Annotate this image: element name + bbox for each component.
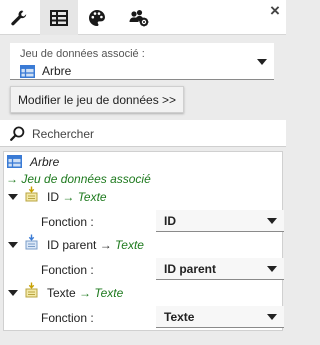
chevron-down-icon (267, 266, 277, 272)
field-key-icon (25, 186, 38, 202)
arrow: → (79, 286, 92, 300)
modify-dataset-button[interactable]: Modifier le jeu de données >> (10, 86, 184, 113)
function-label: Fonction : (41, 311, 94, 325)
expand-caret-icon[interactable] (8, 290, 18, 296)
type-label: Texte (77, 190, 107, 204)
field-name: Texte (47, 286, 76, 300)
arrow: → (99, 238, 112, 252)
arrow: → (62, 190, 75, 204)
table-icon (7, 155, 22, 168)
dataset-value: Arbre (42, 64, 72, 78)
chevron-down-icon (267, 218, 277, 224)
function-select[interactable]: ID (156, 210, 284, 232)
tab-table[interactable] (40, 0, 78, 35)
chevron-down-icon (257, 59, 267, 65)
users-gear-icon (129, 9, 149, 26)
dataset-select[interactable]: Jeu de données associé : Arbre (10, 43, 274, 80)
table-icon (50, 9, 68, 26)
tab-users[interactable] (120, 0, 158, 35)
type-label: Texte (115, 238, 144, 252)
field-type: → Texte (62, 190, 106, 204)
tab-style[interactable] (78, 0, 116, 35)
dataset-label: Jeu de données associé : (20, 48, 145, 60)
close-icon[interactable]: × (266, 1, 284, 20)
table-icon (20, 65, 35, 78)
tree-root-label: Arbre (30, 155, 60, 169)
field-name: ID parent (47, 238, 97, 252)
function-label: Fonction : (41, 215, 94, 229)
field-tree: Arbre → Jeu de données associé ID → Text… (3, 151, 284, 331)
search-icon (10, 126, 25, 141)
search-input[interactable] (32, 125, 272, 142)
type-label: Texte (94, 286, 124, 300)
search-bar (0, 120, 286, 147)
field-row[interactable]: Texte → Texte (47, 286, 123, 300)
function-value: ID parent (164, 262, 217, 276)
function-select[interactable]: Texte (156, 306, 284, 328)
function-value: ID (164, 214, 176, 228)
tab-bar: × (0, 0, 286, 35)
field-text-icon (25, 282, 38, 298)
field-download-icon (25, 234, 38, 250)
palette-icon (89, 9, 105, 26)
function-select[interactable]: ID parent (156, 258, 284, 280)
function-value: Texte (164, 310, 195, 324)
expand-caret-icon[interactable] (8, 242, 18, 248)
expand-caret-icon[interactable] (8, 194, 18, 200)
field-row[interactable]: ID → Texte (47, 190, 107, 204)
field-name: ID (47, 190, 59, 204)
wrench-icon (11, 10, 27, 25)
function-label: Fonction : (41, 263, 94, 277)
field-row[interactable]: ID parent → Texte (47, 238, 144, 252)
chevron-down-icon (267, 314, 277, 320)
properties-panel: × Jeu de données associé : Arbre Modifie… (0, 0, 286, 345)
tab-settings[interactable] (0, 0, 38, 35)
linked-dataset-label: → Jeu de données associé (6, 172, 151, 186)
